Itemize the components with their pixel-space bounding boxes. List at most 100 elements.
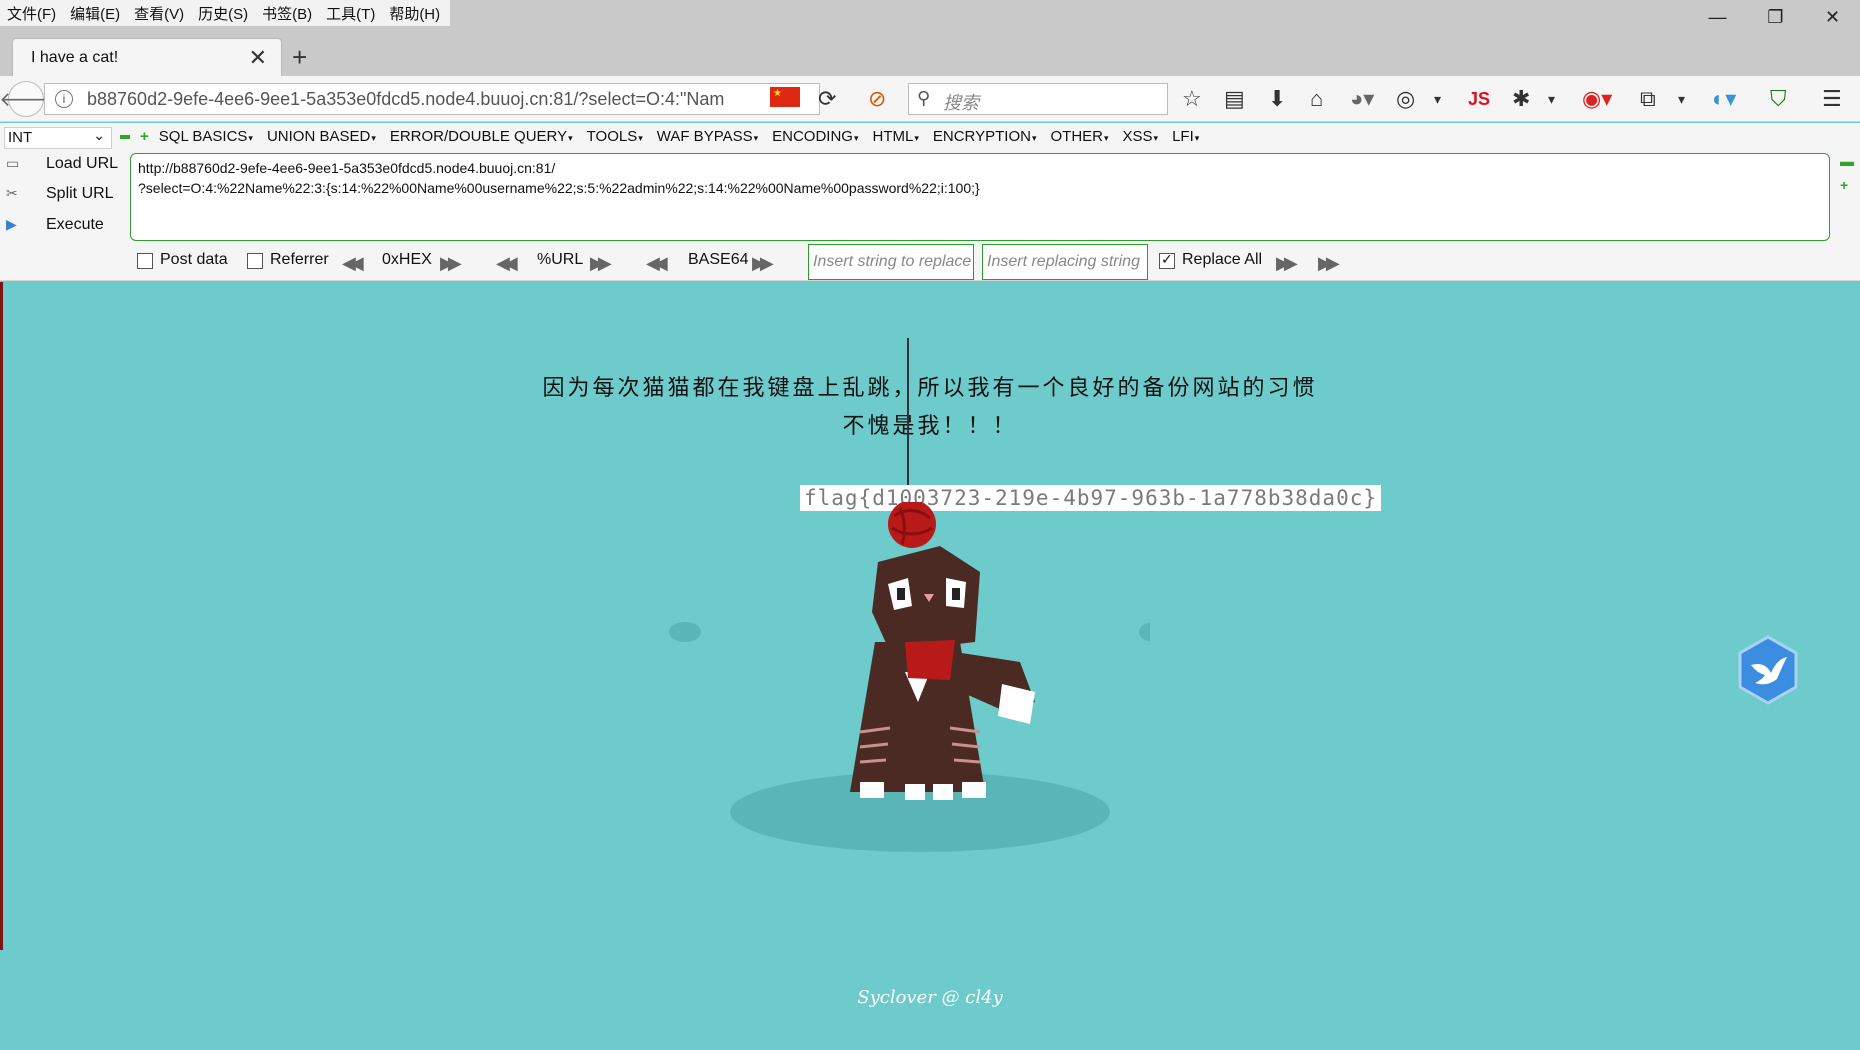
- load-url-button[interactable]: ▭ Load URL: [6, 155, 118, 173]
- url-text[interactable]: b88760d2-9efe-4ee6-9ee1-5a353e0fdcd5.nod…: [87, 89, 787, 110]
- execute-button[interactable]: ▶ Execute: [6, 216, 104, 234]
- reading-list-icon[interactable]: ▤: [1224, 86, 1245, 112]
- palette-icon[interactable]: ◎: [1396, 86, 1415, 112]
- menu-other[interactable]: OTHER: [1051, 128, 1109, 145]
- headline-line-1: 因为每次猫猫都在我键盘上乱跳，所以我有一个良好的备份网站的习惯: [542, 376, 1318, 401]
- page-content: 因为每次猫猫都在我键盘上乱跳，所以我有一个良好的备份网站的习惯 不愧是我！！！ …: [0, 282, 1860, 1050]
- menu-error-double-query[interactable]: ERROR/DOUBLE QUERY: [390, 128, 573, 145]
- tab-close-icon[interactable]: ✕: [249, 45, 267, 71]
- menu-bookmarks[interactable]: 书签(B): [255, 3, 319, 24]
- replace-left-arrow-icon[interactable]: ▶▶: [1318, 253, 1340, 274]
- tab-strip: I have a cat! ✕ +: [0, 26, 1860, 76]
- hamburger-menu-icon[interactable]: ☰: [1822, 86, 1842, 112]
- menu-help[interactable]: 帮助(H): [382, 3, 447, 24]
- home-icon[interactable]: ⌂: [1310, 86, 1323, 112]
- hex-decode-arrow-icon[interactable]: ◀◀: [342, 253, 364, 274]
- base64-encode-arrow-icon[interactable]: ▶▶: [752, 253, 774, 274]
- tab-active[interactable]: I have a cat! ✕: [12, 38, 282, 76]
- devices-icon[interactable]: ⧉: [1640, 86, 1656, 112]
- menu-union-based[interactable]: UNION BASED: [267, 128, 376, 145]
- menu-encoding[interactable]: ENCODING: [772, 128, 858, 145]
- collapse-icon[interactable]: [120, 134, 130, 139]
- replace-from-input[interactable]: Insert string to replace: [808, 244, 974, 280]
- cat-scarf: [905, 640, 955, 680]
- textarea-line-1: http://b88760d2-9efe-4ee6-9ee1-5a353e0fd…: [138, 160, 556, 176]
- reload-icon[interactable]: ⟳: [818, 86, 836, 112]
- replace-right-arrow-icon[interactable]: ▶▶: [1276, 253, 1298, 274]
- hex-encode-arrow-icon[interactable]: ▶▶: [440, 253, 462, 274]
- bird-float-button[interactable]: [1737, 635, 1799, 705]
- bug-icon[interactable]: ✱: [1512, 86, 1530, 112]
- shadow-blob-left: [669, 622, 701, 642]
- menu-sql-basics[interactable]: SQL BASICS: [159, 128, 253, 145]
- menu-tools[interactable]: 工具(T): [319, 3, 382, 24]
- download-icon[interactable]: ⬇: [1268, 86, 1286, 112]
- expand-icon[interactable]: +: [140, 128, 149, 145]
- post-data-label: Post data: [160, 251, 228, 268]
- replace-all-checkbox[interactable]: [1159, 251, 1175, 269]
- type-select[interactable]: INT: [4, 125, 112, 149]
- shield-icon[interactable]: ⛉: [1770, 86, 1787, 112]
- menu-waf-bypass[interactable]: WAF BYPASS: [657, 128, 758, 145]
- base64-decode-arrow-icon[interactable]: ◀◀: [646, 253, 668, 274]
- cat-pupil-left: [897, 588, 905, 600]
- hex-label: 0xHEX: [382, 251, 432, 268]
- translate-icon[interactable]: ◐▾: [1712, 86, 1736, 112]
- cat-foot-4: [962, 782, 986, 798]
- menu-xss[interactable]: XSS: [1123, 128, 1159, 145]
- textarea-line-2: ?select=O:4:%22Name%22:3:{s:14:%22%00Nam…: [138, 180, 980, 196]
- cat-foot-2: [905, 784, 925, 800]
- replace-all-label: Replace All: [1182, 251, 1263, 268]
- back-button[interactable]: 🡐: [0, 81, 53, 117]
- shrink-icon[interactable]: ▬: [1840, 153, 1854, 169]
- replace-to-input[interactable]: Insert replacing string: [982, 244, 1148, 280]
- dropdown-icon-2[interactable]: ▾: [1548, 86, 1555, 112]
- url-encode-arrow-icon[interactable]: ▶▶: [590, 253, 612, 274]
- china-flag-icon: [770, 87, 800, 107]
- grow-icon[interactable]: +: [1840, 177, 1848, 193]
- menu-html[interactable]: HTML: [873, 128, 919, 145]
- menu-items: 文件(F) 编辑(E) 查看(V) 历史(S) 书签(B) 工具(T) 帮助(H…: [0, 0, 450, 26]
- url-textarea[interactable]: http://b88760d2-9efe-4ee6-9ee1-5a353e0fd…: [130, 153, 1830, 241]
- load-url-label: Load URL: [46, 155, 119, 172]
- referrer-label: Referrer: [270, 251, 329, 268]
- split-url-button[interactable]: ✂ Split URL: [6, 185, 114, 203]
- scissors-icon: ✂: [6, 185, 18, 201]
- shadow-blob-right: [1139, 622, 1150, 642]
- hackbar-menus: + SQL BASICS UNION BASED ERROR/DOUBLE QU…: [120, 128, 1213, 145]
- base64-label: BASE64: [688, 251, 749, 268]
- url-bar[interactable]: i b88760d2-9efe-4ee6-9ee1-5a353e0fdcd5.n…: [44, 83, 820, 115]
- menu-edit[interactable]: 编辑(E): [63, 3, 127, 24]
- execute-icon: ▶: [6, 216, 17, 232]
- url-decode-arrow-icon[interactable]: ◀◀: [496, 253, 518, 274]
- cat-illustration: [669, 502, 1150, 852]
- yarn-ball: [888, 502, 936, 548]
- referrer-checkbox[interactable]: [247, 253, 263, 269]
- menu-lfi[interactable]: LFI: [1172, 128, 1199, 145]
- menu-bar: 文件(F) 编辑(E) 查看(V) 历史(S) 书签(B) 工具(T) 帮助(H…: [0, 0, 1860, 27]
- load-url-icon: ▭: [6, 155, 20, 171]
- url-enc-label: %URL: [537, 251, 584, 268]
- menu-tools-hb[interactable]: TOOLS: [587, 128, 643, 145]
- cat-foot-1: [860, 782, 884, 798]
- dropdown-icon-3[interactable]: ▾: [1678, 86, 1685, 112]
- tab-title: I have a cat!: [31, 49, 119, 66]
- dropdown-icon[interactable]: ▾: [1434, 86, 1441, 112]
- yarn-string: [907, 338, 909, 488]
- headline-line-2: 不愧是我！！！: [842, 414, 1018, 439]
- menu-file[interactable]: 文件(F): [0, 3, 63, 24]
- globe-icon[interactable]: ◕▾: [1350, 86, 1374, 112]
- menu-encryption[interactable]: ENCRYPTION: [933, 128, 1037, 145]
- menu-view[interactable]: 查看(V): [127, 3, 191, 24]
- js-toggle-icon[interactable]: JS: [1468, 86, 1490, 112]
- search-icon: ⚲: [917, 88, 931, 108]
- bookmark-star-icon[interactable]: ☆: [1182, 86, 1202, 112]
- new-tab-button[interactable]: +: [292, 42, 307, 73]
- search-box[interactable]: ⚲ 搜索: [908, 83, 1168, 115]
- hackbar-logo-icon[interactable]: ◉▾: [1582, 86, 1612, 112]
- site-info-icon[interactable]: i: [55, 90, 73, 108]
- blocked-script-icon[interactable]: ⊘: [868, 86, 886, 112]
- menu-history[interactable]: 历史(S): [191, 3, 255, 24]
- post-data-checkbox[interactable]: [137, 253, 153, 269]
- execute-label: Execute: [46, 216, 104, 233]
